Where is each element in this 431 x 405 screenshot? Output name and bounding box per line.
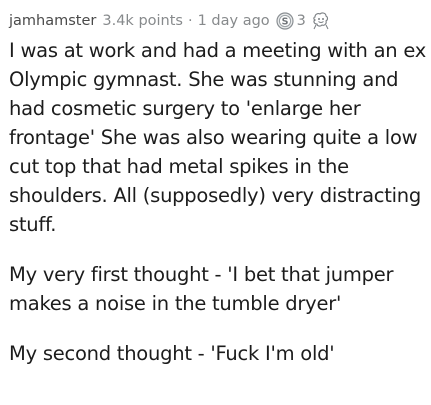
award-count: 3 — [296, 13, 306, 29]
comment-body: I was at work and had a meeting with an … — [9, 36, 427, 389]
comment: jamhamster 3.4k points · 1 day ago S 3 I… — [0, 0, 431, 405]
comment-meta: jamhamster 3.4k points · 1 day ago S 3 — [9, 10, 331, 32]
award-helpful[interactable] — [311, 11, 331, 31]
helpful-award-icon — [313, 12, 329, 30]
points-count: 3.4k points — [102, 13, 183, 29]
username-link[interactable]: jamhamster — [9, 10, 96, 32]
separator-dot: · — [187, 13, 193, 29]
comment-paragraph: My very first thought - 'I bet that jump… — [9, 263, 394, 315]
award-silver[interactable]: S 3 — [276, 10, 306, 32]
comment-paragraph: My second thought - 'Fuck I'm old' — [9, 342, 335, 365]
timestamp[interactable]: 1 day ago — [198, 10, 270, 32]
silver-award-icon: S — [276, 12, 294, 30]
svg-text:S: S — [281, 16, 288, 27]
comment-paragraph: I was at work and had a meeting with an … — [9, 39, 427, 236]
